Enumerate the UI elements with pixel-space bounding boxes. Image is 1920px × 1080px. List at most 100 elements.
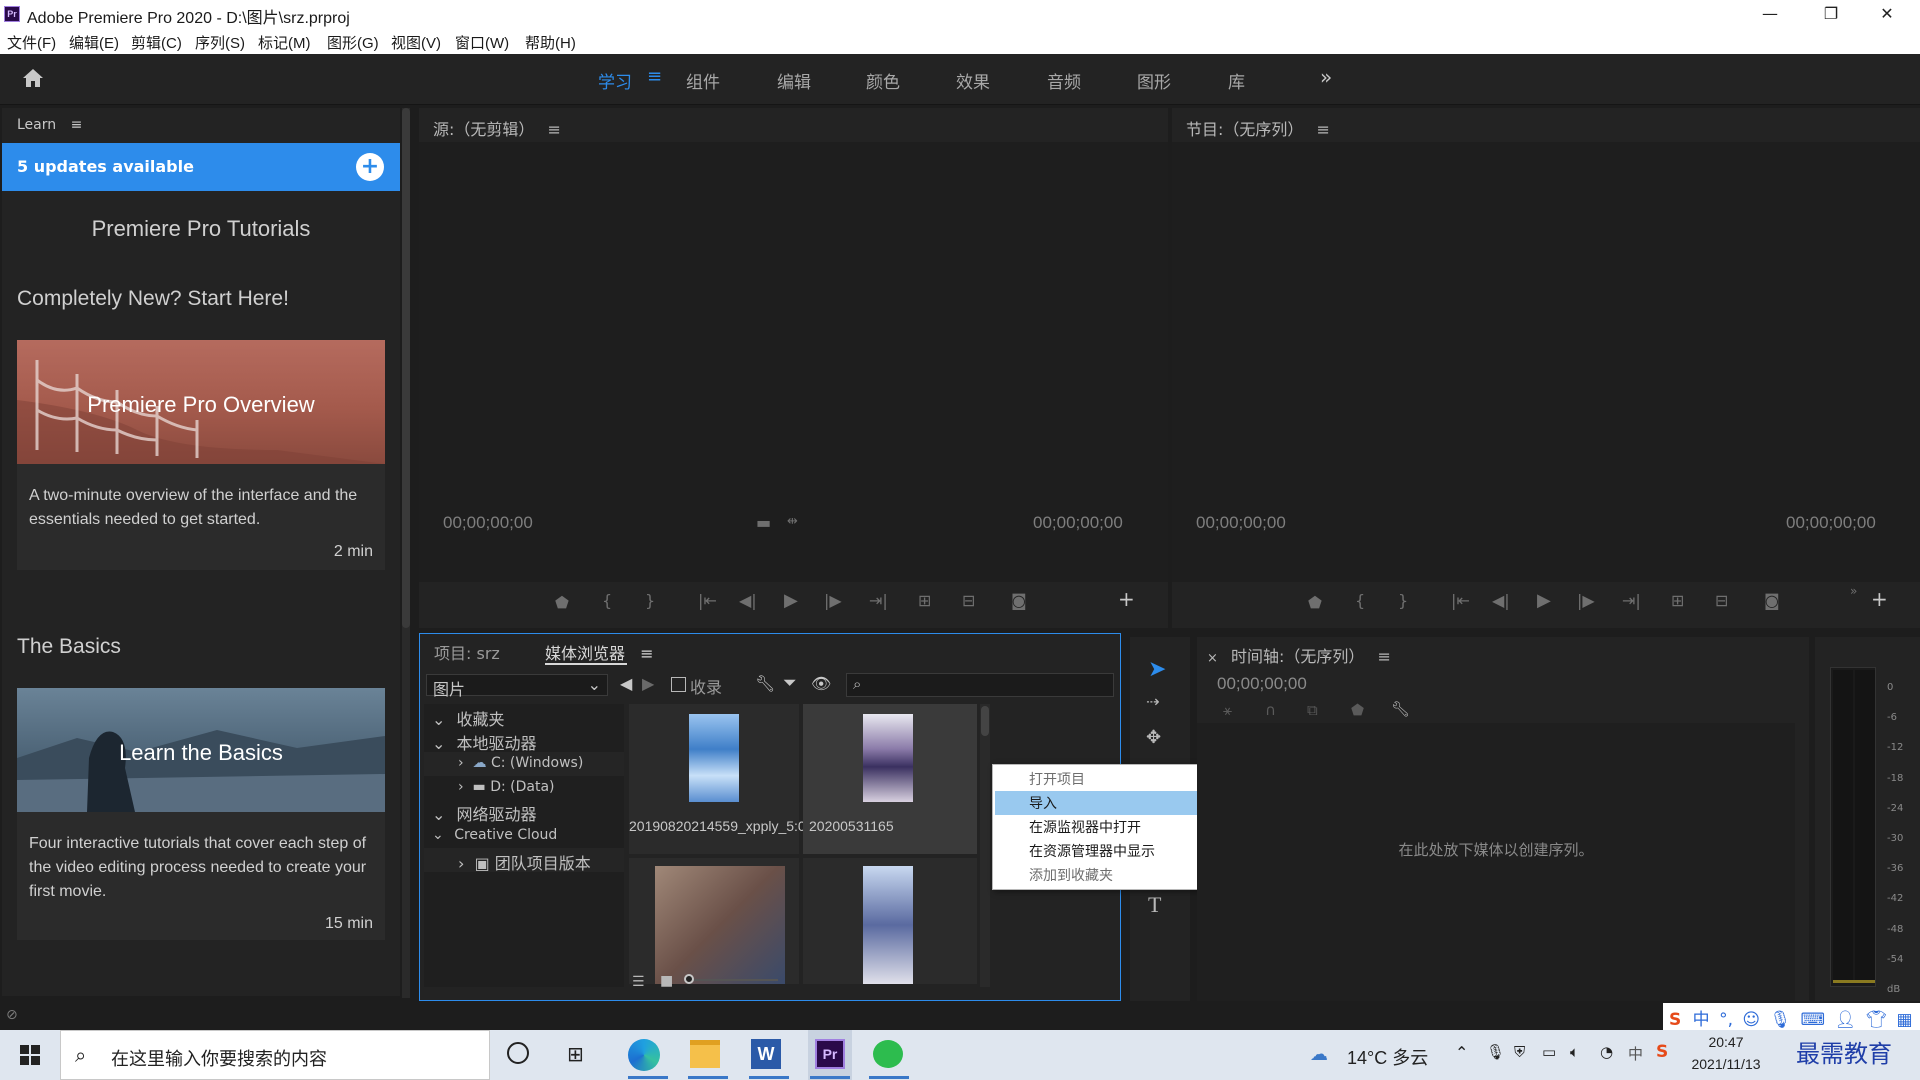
type-tool-icon[interactable]: T xyxy=(1148,892,1161,918)
clock-date[interactable]: 2021/11/13 xyxy=(1684,1056,1768,1072)
step-back-icon[interactable]: ◀| xyxy=(1492,591,1510,610)
menu-item-import[interactable]: 导入 xyxy=(1029,791,1057,815)
overflow-icon[interactable]: » xyxy=(1850,584,1857,598)
wrench-icon[interactable]: 🔧︎ xyxy=(1391,700,1410,718)
step-forward-icon[interactable]: |▶ xyxy=(1577,591,1595,610)
panel-menu-icon[interactable]: ≡ xyxy=(71,117,83,133)
mark-in-icon[interactable]: { xyxy=(1355,591,1365,610)
go-to-in-icon[interactable]: |⇤ xyxy=(698,591,717,610)
menu-marker[interactable]: 标记(M) xyxy=(258,32,311,53)
icon-view-icon[interactable]: ■ xyxy=(660,973,673,989)
ime-toolbar[interactable]: S 中 °, ☺ 🎙︎ ⌨ 👤︎ 👕︎ ▦ xyxy=(1663,1003,1920,1030)
learn-scrollbar[interactable] xyxy=(402,108,410,998)
taskbar-search[interactable]: ⌕ 在这里输入你要搜索的内容 xyxy=(60,1030,490,1080)
defender-icon[interactable]: ⛨ xyxy=(1514,1043,1525,1061)
add-marker-icon[interactable]: ⬟ xyxy=(1351,701,1364,719)
export-frame-icon[interactable]: ◙ xyxy=(1764,591,1780,610)
snap-icon[interactable]: ⚹ xyxy=(1223,701,1232,719)
tray-chevron-icon[interactable]: ⌃ xyxy=(1455,1043,1468,1062)
zoom-slider[interactable] xyxy=(684,974,778,984)
sogou-tray-icon[interactable]: S xyxy=(1656,1042,1668,1062)
program-timecode-playhead[interactable]: 00;00;00;00 xyxy=(1196,513,1286,533)
menu-window[interactable]: 窗口(W) xyxy=(455,32,509,53)
source-timecode-playhead[interactable]: 00;00;00;00 xyxy=(443,513,533,533)
menu-item-open-in-source[interactable]: 在源监视器中打开 xyxy=(1029,815,1141,839)
tab-editing[interactable]: 编辑 xyxy=(777,68,811,93)
media-item[interactable]: 20190820214559_xpply_5:00 xyxy=(629,704,814,854)
drag-video-icon[interactable]: ▬ xyxy=(756,513,771,532)
home-icon[interactable] xyxy=(22,68,44,92)
insert-icon[interactable]: ⊞ xyxy=(918,591,931,610)
media-item-selected[interactable]: 20200531165 xyxy=(803,704,977,854)
panel-menu-icon[interactable]: ≡ xyxy=(1317,120,1330,139)
media-item[interactable] xyxy=(629,858,799,984)
menu-clip[interactable]: 剪辑(C) xyxy=(131,32,182,53)
windows-start-icon[interactable] xyxy=(20,1045,40,1069)
tab-learn-menu-icon[interactable]: ≡ xyxy=(647,66,662,87)
minimize-button[interactable]: — xyxy=(1745,2,1795,28)
selection-tool-icon[interactable]: ➤ xyxy=(1148,657,1166,682)
menu-sequence[interactable]: 序列(S) xyxy=(195,32,245,53)
menu-view[interactable]: 视图(V) xyxy=(391,32,441,53)
drag-audio-icon[interactable]: ⇹ xyxy=(787,514,798,529)
mark-out-icon[interactable]: } xyxy=(645,591,655,610)
go-to-in-icon[interactable]: |⇤ xyxy=(1451,591,1470,610)
tree-drive-c[interactable]: › ☁ C: (Windows) xyxy=(458,755,583,771)
clock-time[interactable]: 20:47 xyxy=(1690,1034,1762,1050)
export-frame-icon[interactable]: ◙ xyxy=(1011,591,1027,610)
panel-menu-icon[interactable]: ≡ xyxy=(548,120,561,139)
tree-creative-cloud[interactable]: ⌄ Creative Cloud xyxy=(432,827,557,843)
ripple-edit-tool-icon[interactable]: ✥ xyxy=(1146,727,1161,748)
wechat-icon[interactable] xyxy=(873,1040,903,1068)
workspace-overflow-icon[interactable]: » xyxy=(1320,65,1332,89)
edge-icon[interactable] xyxy=(628,1039,660,1071)
view-icon[interactable]: 👁︎ xyxy=(811,674,831,693)
tree-drive-d[interactable]: › ▬ D: (Data) xyxy=(458,779,555,795)
media-scrollbar[interactable] xyxy=(980,704,990,987)
step-back-icon[interactable]: ◀| xyxy=(739,591,757,610)
wifi-icon[interactable]: ◔ xyxy=(1600,1043,1613,1061)
play-icon[interactable]: ▶ xyxy=(784,590,798,611)
menu-item-reveal-in-explorer[interactable]: 在资源管理器中显示 xyxy=(1029,839,1155,863)
close-icon[interactable]: × xyxy=(1207,651,1218,666)
overwrite-icon[interactable]: ⊟ xyxy=(962,591,975,610)
button-editor-icon[interactable]: + xyxy=(1871,587,1888,611)
slider-handle[interactable] xyxy=(684,974,694,984)
tab-assembly[interactable]: 组件 xyxy=(686,68,720,93)
mark-out-icon[interactable]: } xyxy=(1398,591,1408,610)
tab-media-browser[interactable]: 媒体浏览器 ≡ xyxy=(545,640,654,664)
tree-network-drives[interactable]: ⌄ 网络驱动器 xyxy=(432,801,537,825)
mark-in-icon[interactable]: { xyxy=(602,591,612,610)
task-view-icon[interactable]: ⊞ xyxy=(567,1042,584,1066)
search-input[interactable]: ⌕ xyxy=(846,673,1114,697)
tab-color[interactable]: 颜色 xyxy=(866,68,900,93)
menu-edit[interactable]: 编辑(E) xyxy=(69,32,119,53)
tab-library[interactable]: 库 xyxy=(1228,68,1245,93)
lift-icon[interactable]: ⊞ xyxy=(1671,591,1684,610)
menu-item-open-project[interactable]: 打开项目 xyxy=(1029,767,1085,791)
battery-icon[interactable]: ▭ xyxy=(1542,1043,1556,1061)
restore-button[interactable]: ❐ xyxy=(1806,2,1856,28)
timeline-track-area[interactable]: 在此处放下媒体以创建序列。 xyxy=(1197,723,1795,1001)
panel-menu-icon[interactable]: ≡ xyxy=(640,644,653,663)
volume-icon[interactable]: 🔈︎ xyxy=(1570,1043,1579,1061)
back-arrow-icon[interactable]: ◀ xyxy=(620,674,632,693)
go-to-out-icon[interactable]: ⇥| xyxy=(869,591,888,610)
play-icon[interactable]: ▶ xyxy=(1537,590,1551,611)
ime-indicator[interactable]: 中 xyxy=(1628,1043,1643,1064)
linked-selection-icon[interactable]: ⧉ xyxy=(1307,701,1318,719)
media-item[interactable] xyxy=(803,858,977,984)
file-type-dropdown[interactable]: 图片 ⌄ xyxy=(426,674,608,699)
tab-learn[interactable]: 学习 xyxy=(598,68,632,93)
button-editor-icon[interactable]: + xyxy=(1118,587,1135,611)
tab-project[interactable]: 项目: srz xyxy=(434,640,500,664)
mic-icon[interactable]: 🎙︎ xyxy=(1486,1043,1505,1061)
ingest-checkbox[interactable] xyxy=(671,677,686,692)
tutorial-card-overview[interactable]: Premiere Pro Overview A two-minute overv… xyxy=(17,340,385,570)
weather-icon[interactable]: ☁ xyxy=(1310,1044,1328,1065)
tab-graphics[interactable]: 图形 xyxy=(1137,68,1171,93)
timeline-timecode[interactable]: 00;00;00;00 xyxy=(1217,674,1307,694)
list-view-icon[interactable]: ☰ xyxy=(632,974,645,990)
go-to-out-icon[interactable]: ⇥| xyxy=(1622,591,1641,610)
magnet-icon[interactable]: ∩ xyxy=(1265,701,1276,719)
